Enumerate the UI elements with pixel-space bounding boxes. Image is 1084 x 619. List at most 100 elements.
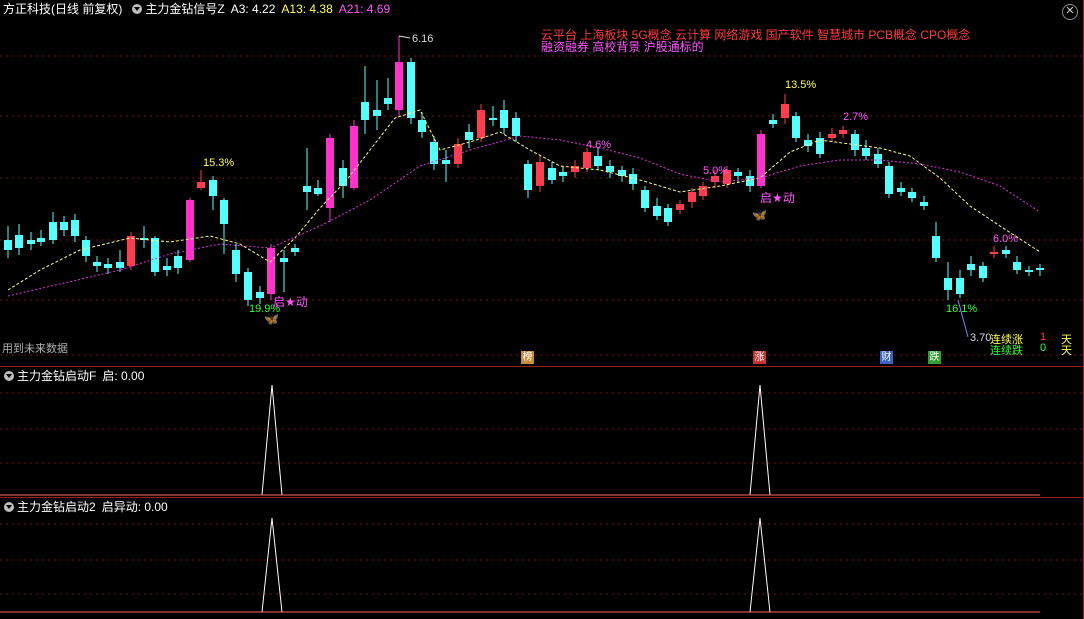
- candle-body: [15, 235, 23, 248]
- down-candle: [618, 166, 626, 182]
- candle-body: [442, 160, 450, 164]
- down-candle: [37, 230, 45, 246]
- down-candle: [548, 162, 556, 184]
- up-candle: [395, 36, 403, 116]
- down-candle: [979, 262, 987, 282]
- down-candle: [967, 256, 975, 276]
- indicator-menu-icon[interactable]: [132, 4, 143, 14]
- pane3-header: 主力金钻启动2 启异动: 0.00: [0, 498, 174, 516]
- main-pane-header: 方正科技(日线 前复权) 主力金钻信号Z A3: 4.22 A13: 4.38 A21:…: [0, 0, 396, 18]
- candle-body: [209, 180, 217, 196]
- candle-body: [151, 238, 159, 272]
- candle-body: [524, 164, 532, 190]
- down-candle: [1036, 264, 1044, 276]
- candle-body: [116, 262, 124, 268]
- up-candle: [571, 160, 579, 178]
- down-candle: [792, 112, 800, 142]
- candle-body: [641, 190, 649, 208]
- candle-body: [104, 264, 112, 268]
- badge-cai[interactable]: 财: [880, 351, 893, 364]
- down-candle: [280, 250, 288, 292]
- candle-body: [828, 134, 836, 138]
- candle-body: [256, 292, 264, 298]
- indicator-pane-f[interactable]: 主力金钻启动F 启: 0.00: [0, 367, 1084, 497]
- down-candle: [244, 268, 252, 306]
- pane2-header: 主力金钻启动F 启: 0.00: [0, 367, 150, 385]
- candle-body: [280, 258, 288, 262]
- pane3-value: 启异动: 0.00: [101, 500, 168, 514]
- percent-label: 5.0%: [703, 165, 728, 177]
- consecutive-down-value: 0: [1040, 342, 1047, 354]
- down-candle: [49, 212, 57, 244]
- up-candle: [350, 120, 358, 190]
- signal-spike-line: [0, 517, 1040, 613]
- indicator-name[interactable]: 主力金钻信号Z: [145, 0, 224, 18]
- candle-body: [559, 172, 567, 176]
- candle-body: [653, 206, 661, 216]
- down-candle: [71, 214, 79, 242]
- percent-label: 13.5%: [785, 79, 816, 91]
- percent-label: 2.7%: [843, 111, 868, 123]
- candle-body: [734, 172, 742, 176]
- spike-chart-2: [0, 517, 1084, 613]
- down-candle: [303, 148, 311, 210]
- down-candle: [653, 198, 661, 220]
- main-chart-pane[interactable]: 15.3% 19.9% 4.6% 5.0% 13.5% 2.7% 6.0% 16.1% 6.16…: [0, 0, 1084, 366]
- candle-body: [956, 278, 964, 294]
- a13-value: A13: 4.38: [281, 2, 333, 16]
- down-candle: [920, 196, 928, 210]
- candle-body: [606, 166, 614, 172]
- candle-body: [500, 110, 508, 128]
- indicator-menu-icon[interactable]: [4, 502, 14, 512]
- up-candle: [676, 200, 684, 214]
- candle-body: [699, 186, 707, 196]
- down-candle: [862, 140, 870, 160]
- down-candle: [956, 270, 964, 298]
- candle-body: [454, 144, 462, 164]
- down-candle: [116, 250, 124, 272]
- down-candle: [430, 136, 438, 170]
- candle-body: [932, 236, 940, 258]
- up-candle: [781, 94, 789, 124]
- candle-body: [583, 152, 591, 168]
- candle-body: [1025, 270, 1033, 272]
- candle-body: [60, 222, 68, 230]
- down-candle: [151, 236, 159, 276]
- a3-value: A3: 4.22: [230, 2, 276, 16]
- candle-body: [303, 186, 311, 192]
- pane2-value: 启: 0.00: [102, 369, 145, 383]
- down-candle: [174, 250, 182, 274]
- candle-body: [781, 104, 789, 118]
- down-candle: [804, 134, 812, 152]
- candle-body: [395, 62, 403, 110]
- candle-body: [326, 138, 334, 208]
- indicator-pane-2[interactable]: 主力金钻启动2 启异动: 0.00: [0, 498, 1084, 619]
- candle-body: [384, 98, 392, 104]
- candle-body: [37, 238, 45, 242]
- candle-body: [174, 256, 182, 268]
- badge-die[interactable]: 跌: [928, 351, 941, 364]
- pane2-indicator-name[interactable]: 主力金钻启动F: [17, 367, 96, 385]
- candle-body: [967, 264, 975, 270]
- candle-body: [361, 102, 369, 120]
- candle-body: [536, 162, 544, 186]
- indicator-menu-icon[interactable]: [4, 371, 14, 381]
- candle-body: [314, 188, 322, 194]
- close-icon[interactable]: ✕: [1062, 4, 1078, 20]
- candle-body: [512, 118, 520, 136]
- down-candle: [209, 176, 217, 210]
- candle-body: [49, 222, 57, 240]
- badge-zhang[interactable]: 涨: [753, 351, 766, 364]
- candle-body: [267, 248, 275, 294]
- pane3-indicator-name[interactable]: 主力金钻启动2: [17, 498, 96, 516]
- ma-magenta-line: [7, 135, 1041, 297]
- down-candle: [140, 226, 148, 248]
- high-price-label: 6.16: [412, 33, 433, 45]
- down-candle: [594, 148, 602, 170]
- down-candle: [27, 232, 35, 250]
- up-candle: [454, 138, 462, 168]
- up-candle: [186, 198, 194, 262]
- percent-label: 15.3%: [203, 157, 234, 169]
- badge-bang[interactable]: 榜: [521, 351, 534, 364]
- consecutive-down-label: 连续跌: [990, 345, 1023, 357]
